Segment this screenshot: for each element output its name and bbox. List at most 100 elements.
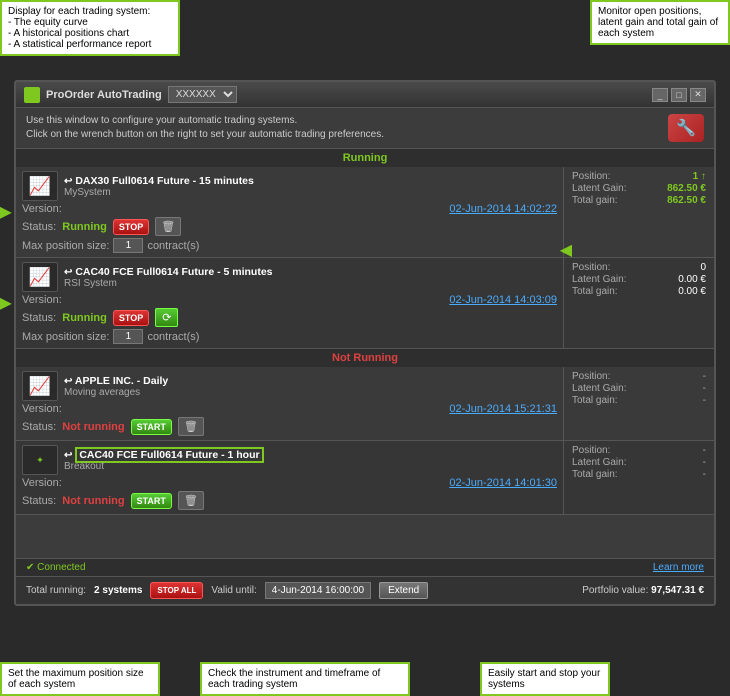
version-label-sys1: Version: xyxy=(22,203,62,215)
system-name-sys1: MySystem xyxy=(64,187,557,198)
latent-label-sys1: Latent Gain: xyxy=(572,183,626,194)
valid-date: 4-Jun-2014 16:00:00 xyxy=(265,582,371,599)
delete-button-sys1[interactable]: 🗑 xyxy=(155,217,181,236)
system-row-sys3: 📈 ↩ APPLE INC. - Daily Moving averages V… xyxy=(16,367,714,441)
total-value-sys3: - xyxy=(703,395,706,406)
main-window: ProOrder AutoTrading XXXXXX _ □ ✕ Use th… xyxy=(14,80,716,606)
status-label-sys2: Status: xyxy=(22,312,56,324)
annotation-bottomright-text: Easily start and stop your systems xyxy=(488,668,600,690)
status-value-sys3: Not running xyxy=(62,421,124,433)
header-info: Use this window to configure your automa… xyxy=(16,108,714,149)
annotation-bottomright: Easily start and stop your systems xyxy=(480,662,610,696)
title-bar: ProOrder AutoTrading XXXXXX _ □ ✕ xyxy=(16,82,714,108)
stop-button-sys1[interactable]: STOP xyxy=(113,219,149,235)
arrow-left-sys1: ▶ xyxy=(0,202,12,223)
system-row: ▶ 📈 ↩ DAX30 Full0614 Future - 15 minutes… xyxy=(16,167,714,258)
maxpos-label-sys2: Max position size: xyxy=(22,331,109,343)
learn-more-link[interactable]: Learn more xyxy=(653,562,704,573)
system-left-sys3: 📈 ↩ APPLE INC. - Daily Moving averages V… xyxy=(16,367,564,440)
status-value-sys2: Running xyxy=(62,312,107,324)
latent-label-sys2: Latent Gain: xyxy=(572,274,626,285)
total-label-sys4: Total gain: xyxy=(572,469,618,480)
system-chart-icon-sys3: 📈 xyxy=(22,371,58,401)
annotation-bottomcenter-text: Check the instrument and timeframe of ea… xyxy=(208,668,380,690)
annotation-topright-text: Monitor open positions, latent gain and … xyxy=(598,6,718,39)
delete-button-sys4[interactable]: 🗑 xyxy=(178,491,204,510)
latent-value-sys4: - xyxy=(703,457,706,468)
version-date-sys3[interactable]: 02-Jun-2014 15:21:31 xyxy=(449,403,557,415)
latent-value-sys3: - xyxy=(703,383,706,394)
annotation-topleft: Display for each trading system: - The e… xyxy=(0,0,180,56)
system-right-sys3: Position: - Latent Gain: - Total gain: - xyxy=(564,367,714,440)
version-label-sys4: Version: xyxy=(22,477,62,489)
total-value-sys4: - xyxy=(703,469,706,480)
stop-all-button[interactable]: STOP ALL xyxy=(150,582,203,599)
start-button-sys4[interactable]: START xyxy=(131,493,172,509)
total-running-label: Total running: xyxy=(26,585,86,596)
maxpos-input-sys1[interactable] xyxy=(113,238,143,253)
system-left-sys1: 📈 ↩ DAX30 Full0614 Future - 15 minutes M… xyxy=(16,167,564,257)
pos-value-sys4: - xyxy=(703,445,706,456)
version-date-sys2[interactable]: 02-Jun-2014 14:03:09 xyxy=(449,294,557,306)
annotation-bottomcenter: Check the instrument and timeframe of ea… xyxy=(200,662,410,696)
total-label-sys1: Total gain: xyxy=(572,195,618,206)
system-chart-icon-sys4: ✦ xyxy=(22,445,58,475)
footer-bar: Total running: 2 systems STOP ALL Valid … xyxy=(16,576,714,604)
system-row-sys4: ✦ ↩ CAC40 FCE Full0614 Future - 1 hour B… xyxy=(16,441,714,515)
system-instrument-sys2: ↩ CAC40 FCE Full0614 Future - 5 minutes xyxy=(64,266,557,278)
section-notrunning-header: Not Running xyxy=(16,349,714,367)
system-instrument-sys3: ↩ APPLE INC. - Daily xyxy=(64,375,557,387)
start-button-sys3[interactable]: START xyxy=(131,419,172,435)
annotation-topleft-line4: - A statistical performance report xyxy=(8,39,172,50)
status-label-sys3: Status: xyxy=(22,421,56,433)
version-label-sys2: Version: xyxy=(22,294,62,306)
window-icon xyxy=(24,87,40,103)
delete-button-sys3[interactable]: 🗑 xyxy=(178,417,204,436)
status-label-sys1: Status: xyxy=(22,221,56,233)
pos-label-sys3: Position: xyxy=(572,371,610,382)
system-instrument-sys4: ↩ CAC40 FCE Full0614 Future - 1 hour xyxy=(64,449,557,461)
pos-label-sys2: Position: xyxy=(572,262,610,273)
system-right-sys2: Position: 0 Latent Gain: 0.00 € Total ga… xyxy=(564,258,714,348)
system-chart-icon-sys2: 📈 xyxy=(22,262,58,292)
footer-left: Total running: 2 systems STOP ALL Valid … xyxy=(26,582,428,599)
total-value-sys2: 0.00 € xyxy=(678,286,706,297)
contracts-label-sys1: contract(s) xyxy=(147,240,199,252)
minimize-button[interactable]: _ xyxy=(652,88,668,102)
system-name-sys2: RSI System xyxy=(64,278,557,289)
latent-value-sys1: 862.50 € xyxy=(667,183,706,194)
window-dropdown[interactable]: XXXXXX xyxy=(168,86,237,103)
system-right-sys4: Position: - Latent Gain: - Total gain: - xyxy=(564,441,714,514)
window-title: ProOrder AutoTrading xyxy=(46,89,162,101)
close-button[interactable]: ✕ xyxy=(690,88,706,102)
status-value-sys4: Not running xyxy=(62,495,124,507)
version-label-sys3: Version: xyxy=(22,403,62,415)
status-value-sys1: Running xyxy=(62,221,107,233)
valid-until-label: Valid until: xyxy=(211,585,256,596)
restore-button[interactable]: □ xyxy=(671,88,687,102)
annotation-topleft-line1: Display for each trading system: xyxy=(8,6,172,17)
extend-button[interactable]: Extend xyxy=(379,582,428,599)
annotation-topleft-line3: - A historical positions chart xyxy=(8,28,172,39)
refresh-button-sys2[interactable]: ⟳ xyxy=(155,308,178,327)
section-running-header: Running xyxy=(16,149,714,167)
maxpos-input-sys2[interactable] xyxy=(113,329,143,344)
system-right-sys1: Position: 1 ↑ Latent Gain: 862.50 € Tota… xyxy=(564,167,714,257)
version-date-sys4[interactable]: 02-Jun-2014 14:01:30 xyxy=(449,477,557,489)
annotation-topleft-line2: - The equity curve xyxy=(8,17,172,28)
pos-value-sys2: 0 xyxy=(700,262,706,273)
system-chart-icon: 📈 xyxy=(22,171,58,201)
header-line1: Use this window to configure your automa… xyxy=(26,114,384,128)
annotation-bottomleft: Set the maximum position size of each sy… xyxy=(0,662,160,696)
connected-status: ✔ Connected xyxy=(26,562,86,573)
total-running-count: 2 systems xyxy=(94,585,142,596)
system-left-sys4: ✦ ↩ CAC40 FCE Full0614 Future - 1 hour B… xyxy=(16,441,564,514)
annotation-bottomleft-text: Set the maximum position size of each sy… xyxy=(8,668,144,690)
latent-value-sys2: 0.00 € xyxy=(678,274,706,285)
pos-value-sys3: - xyxy=(703,371,706,382)
version-date-sys1[interactable]: 02-Jun-2014 14:02:22 xyxy=(449,203,557,215)
stop-button-sys2[interactable]: STOP xyxy=(113,310,149,326)
total-value-sys1: 862.50 € xyxy=(667,195,706,206)
total-label-sys2: Total gain: xyxy=(572,286,618,297)
settings-icon[interactable]: 🔧 xyxy=(668,114,704,142)
